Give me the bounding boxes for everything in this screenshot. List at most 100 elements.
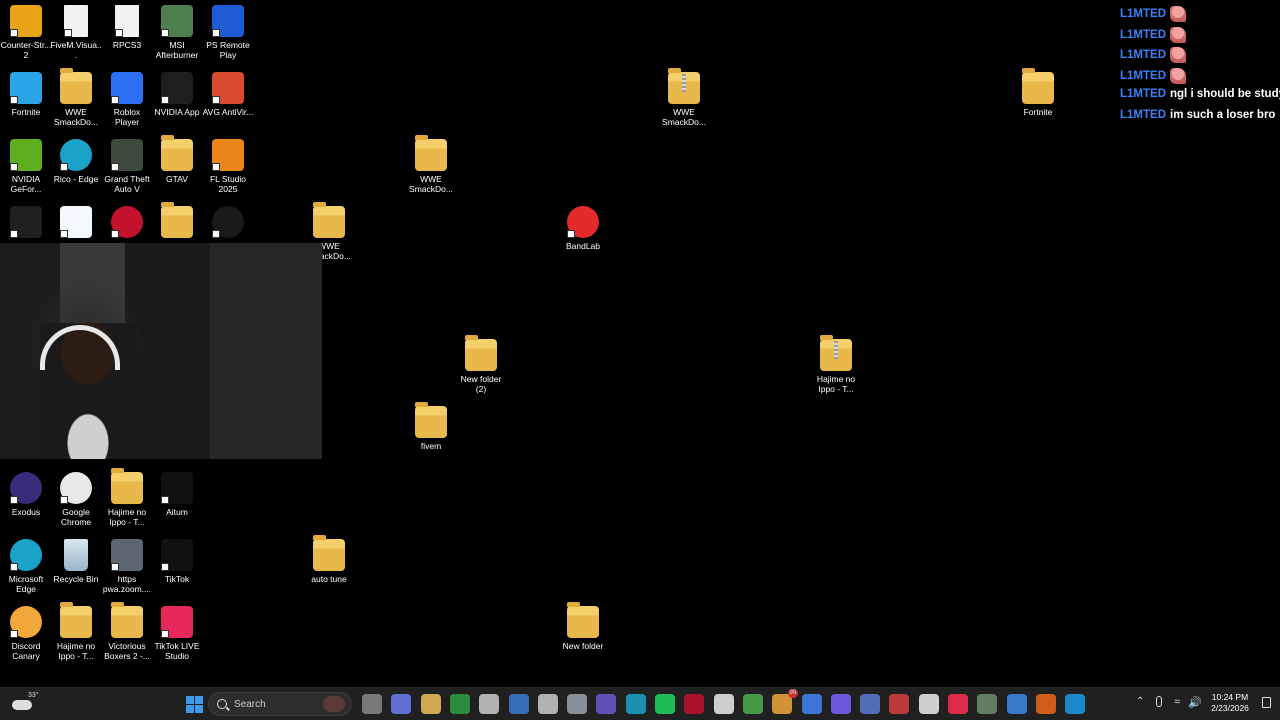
brave-icon[interactable] bbox=[1035, 694, 1056, 714]
desktop-icon[interactable]: Rico - Edge bbox=[50, 139, 102, 184]
desktop-icon[interactable]: New folder bbox=[557, 602, 609, 651]
desktop-icon-label: GTAV bbox=[166, 174, 188, 184]
desktop-icon[interactable]: Exodus bbox=[0, 472, 52, 517]
steam-blue-icon[interactable] bbox=[1006, 694, 1027, 714]
desktop-icon[interactable]: NVIDIA GeFor... bbox=[0, 139, 52, 194]
msi-afterburner-icon[interactable] bbox=[977, 694, 998, 714]
desktop-icon[interactable]: TikTok bbox=[151, 539, 203, 584]
fl-studio-icon bbox=[212, 139, 244, 171]
desktop-icon[interactable]: auto tune bbox=[303, 535, 355, 584]
sticker-app-icon[interactable] bbox=[479, 694, 500, 714]
desktop-icon[interactable]: Microsoft Edge bbox=[0, 539, 52, 594]
microphone-icon[interactable] bbox=[1156, 696, 1162, 707]
folder-icon bbox=[1022, 68, 1054, 104]
desktop-icon[interactable]: New folder (2) bbox=[455, 335, 507, 394]
desktop-icon[interactable]: Fortnite bbox=[0, 72, 52, 117]
avg-antivirus-icon bbox=[212, 72, 244, 104]
desktop-icon[interactable]: Recycle Bin bbox=[50, 539, 102, 584]
desktop-icon[interactable]: AVG AntiVir... bbox=[202, 72, 254, 117]
fl-studio-icon[interactable] bbox=[889, 694, 910, 714]
fortnite-icon bbox=[10, 72, 42, 104]
steam-icon[interactable] bbox=[508, 694, 529, 714]
wifi-icon[interactable]: ≈ bbox=[1174, 696, 1184, 708]
xbox-icon[interactable] bbox=[449, 694, 470, 714]
desktop-icon[interactable]: Grand Theft Auto V bbox=[101, 139, 153, 194]
logitech-g-icon bbox=[212, 206, 244, 238]
exodus-icon[interactable] bbox=[596, 694, 617, 714]
task-view-icon[interactable] bbox=[362, 694, 382, 714]
weather-temp: 33° bbox=[28, 692, 39, 699]
desktop-icon-label: Hajime no Ippo - T... bbox=[107, 507, 147, 527]
desktop-icon[interactable]: WWE SmackDo... bbox=[405, 135, 457, 194]
opera-gx-icon[interactable] bbox=[684, 694, 705, 714]
tiktok-icon[interactable] bbox=[948, 694, 968, 714]
desktop-icon[interactable]: Victorious Boxers 2 -... bbox=[101, 602, 153, 661]
aitum-icon[interactable] bbox=[918, 694, 939, 714]
desktop-icon[interactable]: Discord Canary bbox=[0, 606, 52, 661]
wacom-icon[interactable] bbox=[860, 694, 881, 714]
taskbar-app-icon[interactable] bbox=[1065, 694, 1086, 714]
desktop-icon-label: Discord Canary bbox=[11, 641, 41, 661]
edge-icon bbox=[10, 539, 42, 571]
desktop-icon[interactable]: FiveM.Visua... bbox=[50, 5, 102, 60]
windows-logo-icon bbox=[186, 696, 194, 704]
desktop-icon[interactable]: Hajime no Ippo - T... bbox=[50, 602, 102, 661]
notification-bell-icon[interactable] bbox=[1262, 697, 1271, 708]
edge-icon[interactable] bbox=[625, 694, 646, 714]
desktop-icon-label: Grand Theft Auto V bbox=[104, 174, 150, 194]
letsview-icon bbox=[60, 206, 92, 238]
folder-icon bbox=[313, 202, 345, 238]
start-button[interactable] bbox=[184, 694, 204, 714]
desktop-icon-label: BandLab bbox=[565, 241, 601, 251]
desktop-icon-label: Exodus bbox=[11, 507, 41, 517]
folder-icon bbox=[111, 602, 143, 638]
chat-username: L1MTED bbox=[1120, 28, 1166, 41]
chat-message: L1MTED im such a loser bro bbox=[1120, 109, 1280, 130]
desktop-icon[interactable]: WWE SmackDo... bbox=[658, 68, 710, 127]
desktop-icon[interactable]: Counter-Str... 2 bbox=[0, 5, 52, 60]
weather-widget[interactable]: 33° bbox=[8, 692, 39, 716]
desktop-icon[interactable]: BandLab bbox=[557, 206, 609, 251]
folder-icon bbox=[465, 335, 497, 371]
desktop-icon[interactable]: RPCS3 bbox=[101, 5, 153, 50]
capcut-icon[interactable] bbox=[713, 694, 734, 714]
copilot-icon[interactable] bbox=[391, 694, 412, 714]
desktop-icon[interactable]: Fortnite bbox=[1012, 68, 1064, 117]
desktop-icon[interactable]: Hajime no Ippo - T... bbox=[101, 468, 153, 527]
chrome-icon[interactable] bbox=[801, 694, 822, 714]
discord-icon[interactable]: 99 bbox=[772, 689, 799, 714]
desktop-icon-label: Fortnite bbox=[11, 107, 41, 117]
desktop-icon[interactable]: Hajime no Ippo - T... bbox=[810, 335, 862, 394]
desktop-icon[interactable]: WWE SmackDo... bbox=[50, 68, 102, 127]
speaker-icon[interactable]: 🔊 bbox=[1188, 696, 1202, 709]
chat-message: L1MTED bbox=[1120, 67, 1280, 89]
exodus-icon bbox=[10, 472, 42, 504]
desktop-icon[interactable]: Google Chrome bbox=[50, 472, 102, 527]
folder-icon bbox=[567, 602, 599, 638]
notepad-icon[interactable] bbox=[830, 694, 851, 714]
chat-message: L1MTED bbox=[1120, 47, 1280, 68]
desktop-icon[interactable]: https pwa.zoom.... bbox=[101, 539, 153, 594]
clock[interactable]: 10:24 PM 2/23/2026 bbox=[1206, 692, 1254, 714]
chevron-up-icon[interactable]: ⌃ bbox=[1136, 696, 1146, 707]
desktop-icon-label: New folder bbox=[562, 641, 604, 651]
desktop-icon[interactable]: NVIDIA App bbox=[151, 72, 203, 117]
desktop-icon[interactable]: GTAV bbox=[151, 135, 203, 184]
file-explorer-icon[interactable] bbox=[420, 694, 441, 714]
desktop-icon[interactable]: FL Studio 2025 bbox=[202, 139, 254, 194]
desktop-icon[interactable]: Aitum bbox=[151, 472, 203, 517]
desktop-icon-label: AVG AntiVir... bbox=[202, 107, 254, 117]
desktop-icon[interactable]: fivem bbox=[405, 402, 457, 451]
desktop-icon[interactable]: TikTok LIVE Studio bbox=[151, 606, 203, 661]
gta-v-icon bbox=[111, 139, 143, 171]
taskbar-search[interactable]: Search bbox=[208, 692, 352, 716]
obs-icon[interactable] bbox=[537, 694, 558, 714]
desktop-icon[interactable]: PS Remote Play bbox=[202, 5, 254, 60]
spotify-icon[interactable] bbox=[655, 694, 675, 714]
desktop-icon-label: Rico - Edge bbox=[53, 174, 99, 184]
settings-icon[interactable] bbox=[567, 694, 588, 714]
calculator-icon[interactable] bbox=[742, 694, 763, 714]
desktop-icon[interactable]: Roblox Player bbox=[101, 72, 153, 127]
desktop-icon[interactable]: MSI Afterburner bbox=[151, 5, 203, 60]
opera-gx-icon bbox=[111, 206, 143, 238]
